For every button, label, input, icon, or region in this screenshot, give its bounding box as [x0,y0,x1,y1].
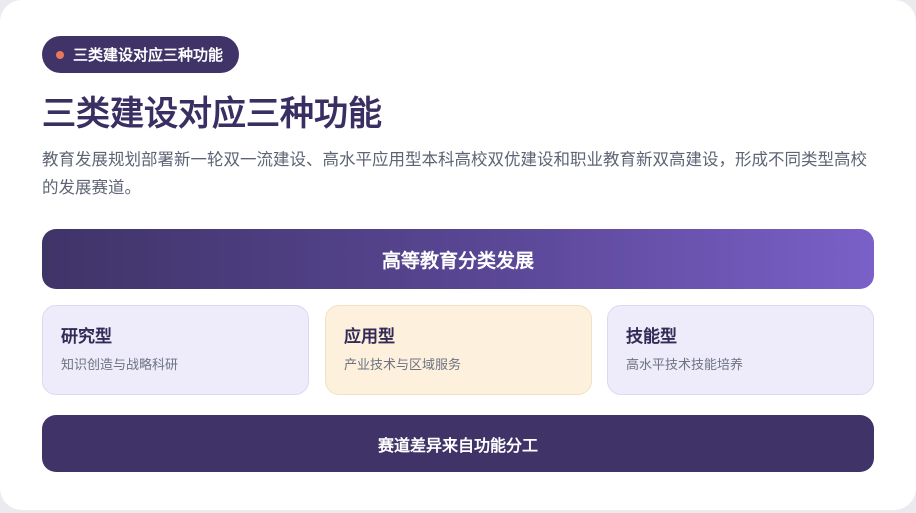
page-description: 教育发展规划部署新一轮双一流建设、高水平应用型本科高校双优建设和职业教育新双高建… [42,150,867,197]
type-card-applied: 应用型 产业技术与区域服务 [325,305,592,395]
type-card-skill: 技能型 高水平技术技能培养 [607,305,874,395]
type-card-subtitle: 知识创造与战略科研 [61,358,179,373]
summary-bar: 赛道差异来自功能分工 [42,415,874,472]
section-tag-label: 三类建设对应三种功能 [73,46,224,64]
category-banner-label: 高等教育分类发展 [381,249,534,272]
tag-dot-icon [56,50,64,59]
type-card-title: 应用型 [344,327,395,347]
type-card-subtitle: 高水平技术技能培养 [626,358,744,373]
summary-bar-label: 赛道差异来自功能分工 [377,435,538,455]
type-card-title: 研究型 [61,327,112,347]
type-card-research: 研究型 知识创造与战略科研 [42,305,309,395]
category-banner: 高等教育分类发展 [42,229,874,289]
section-tag: 三类建设对应三种功能 [42,36,240,73]
page-title: 三类建设对应三种功能 [42,94,382,134]
content-card: 三类建设对应三种功能 三类建设对应三种功能 教育发展规划部署新一轮双一流建设、高… [0,0,916,510]
type-card-title: 技能型 [626,327,677,347]
type-card-subtitle: 产业技术与区域服务 [344,358,462,373]
